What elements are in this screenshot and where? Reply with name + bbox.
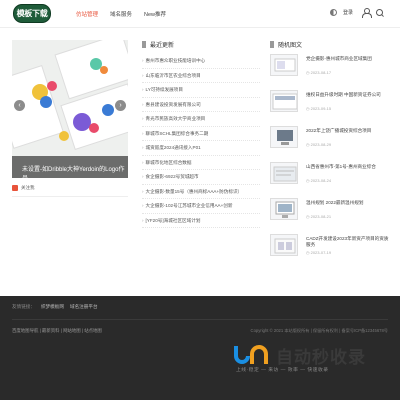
random-item[interactable]: CADZ开发建设2023年新资产项目的资质服务 2023-07-19 xyxy=(270,234,388,268)
list-item[interactable]: 城资嵌度2024通讯接入P01 xyxy=(142,141,260,156)
slider-next-button[interactable]: › xyxy=(115,100,126,111)
thumbnail[interactable] xyxy=(270,54,298,76)
footer-nav[interactable]: 百度地图导航 | 最新资料 | 网站地图 | 站点地图 xyxy=(12,328,102,334)
random-item-title[interactable]: 山西省惠州市-第1号-惠州商业综合 xyxy=(306,164,390,170)
logo-text: 模板下载 xyxy=(16,9,48,18)
login-label[interactable]: 登录 xyxy=(343,9,353,16)
slider-prev-button[interactable]: ‹ xyxy=(14,100,25,111)
latest-header: 最近更新 xyxy=(142,40,174,49)
latest-list: 惠州市惠众职业技能培训中心 山东临沂市区农业综合项目 LY可持续发展项目 惠县建… xyxy=(142,54,260,228)
subscribe-label: 关注我 xyxy=(21,185,35,190)
divider xyxy=(12,196,128,197)
theme-toggle-icon[interactable] xyxy=(329,9,337,16)
list-item[interactable]: LY可持续发展项目 xyxy=(142,83,260,98)
user-icon[interactable] xyxy=(362,8,372,18)
nav-item-home[interactable]: 仿站管理 xyxy=(76,10,98,18)
random-item-title[interactable]: 党企摄影-惠州城市商业区域集团 xyxy=(306,56,390,62)
copyright: Copyright © 2021 本站版权所有 | 保留所有权利 | 备案号IC… xyxy=(250,328,388,333)
thumbnail[interactable] xyxy=(270,90,298,112)
header-bar-icon xyxy=(142,41,146,48)
random-header: 随机图文 xyxy=(270,40,302,49)
random-item-date: 2023-09-15 xyxy=(306,106,331,111)
featured-slider[interactable]: ‹ › 未设置-如Dribble大神Yerdoin的Logo作品 xyxy=(12,40,128,178)
search-icon[interactable] xyxy=(376,8,384,17)
thumbnail[interactable] xyxy=(270,162,298,184)
thumbnail[interactable] xyxy=(270,126,298,148)
random-item-title[interactable]: 2022年上饶广播城投资综合项目 xyxy=(306,128,390,134)
friend-link[interactable]: 域名注册平台 xyxy=(70,304,98,310)
list-item[interactable]: 惠县建设投资发展有限公司 xyxy=(142,98,260,112)
subscribe-link[interactable]: 关注我 xyxy=(12,185,35,191)
thumbnail[interactable] xyxy=(270,234,298,256)
watermark-logo-icon xyxy=(234,345,268,364)
random-item-date: 2023-08-29 xyxy=(306,142,331,147)
random-item[interactable]: 党企摄影-惠州城市商业区域集团 2023-08-17 xyxy=(270,54,388,88)
header-bar-icon xyxy=(270,41,274,48)
nav-item-domain[interactable]: 域名服务 xyxy=(110,10,132,18)
random-item[interactable]: 山西省惠州市-第1号-惠州商业综合 2023-08-24 xyxy=(270,162,388,196)
thumbnail[interactable] xyxy=(270,198,298,220)
main-nav: 仿站管理 域名服务 New推荐 xyxy=(76,10,166,18)
latest-title: 最近更新 xyxy=(150,43,175,49)
random-item-date: 2023-07-19 xyxy=(306,250,331,255)
random-item-title[interactable]: CADZ开发建设2023年新资产项目的资质服务 xyxy=(306,236,390,248)
list-item[interactable]: 食企摄影-6922号贸城超市 xyxy=(142,170,260,185)
rss-icon xyxy=(12,185,18,191)
list-item[interactable]: 山东临沂市区农业综合项目 xyxy=(142,69,260,83)
random-item-date: 2023-08-17 xyxy=(306,70,331,75)
watermark-text: 自动秒收录 xyxy=(276,347,366,367)
list-item[interactable]: 聊城市化地区综合数据 xyxy=(142,156,260,170)
random-item-title[interactable]: 温州规划 2022最新温州规划 xyxy=(306,200,390,206)
random-item[interactable]: 维权日益升级时期 中国新资证券公司 2023-09-15 xyxy=(270,90,388,124)
list-item[interactable]: 惠州市惠众职业技能培训中心 xyxy=(142,54,260,69)
friend-links: 友情链接： 织梦模板网 域名注册平台 xyxy=(12,304,98,310)
random-item[interactable]: 2022年上饶广播城投资综合项目 2023-08-29 xyxy=(270,126,388,160)
watermark-subtext: 上线·稳定 — 来访 — 效率 — 快速收录 xyxy=(236,368,329,373)
random-item-date: 2023-08-24 xyxy=(306,178,331,183)
random-item-date: 2023-08-21 xyxy=(306,214,331,219)
friend-links-label: 友情链接： xyxy=(12,304,35,309)
site-logo[interactable]: 模板下载 xyxy=(13,4,51,23)
list-item[interactable]: 聊城市SCHL集团综合事务二期 xyxy=(142,127,260,141)
list-item[interactable]: [YF20号]海城社区区域计划 xyxy=(142,214,260,228)
random-title: 随机图文 xyxy=(278,43,303,49)
site-header: 模板下载 仿站管理 域名服务 New推荐 登录 xyxy=(0,0,400,28)
random-item-title[interactable]: 维权日益升级时期 中国新资证券公司 xyxy=(306,92,390,98)
header-tools: 登录 xyxy=(329,8,384,18)
slide-caption[interactable]: 未设置-如Dribble大神Yerdoin的Logo作品 xyxy=(12,156,128,178)
friend-link[interactable]: 织梦模板网 xyxy=(41,304,64,310)
random-item[interactable]: 温州规划 2022最新温州规划 2023-08-21 xyxy=(270,198,388,232)
nav-item-new[interactable]: New推荐 xyxy=(144,10,166,18)
list-item[interactable]: 大企摄影-102号江苏城市企业信用AA+创新 xyxy=(142,199,260,214)
footer-divider xyxy=(12,319,388,320)
list-item[interactable]: 大企摄影-数量15号（惠州商标AAA+防伪标识） xyxy=(142,185,260,199)
list-item[interactable]: 青光市民族高效大学商业项目 xyxy=(142,112,260,127)
